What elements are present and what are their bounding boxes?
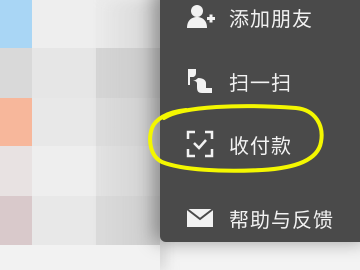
blurred-tile bbox=[32, 98, 96, 146]
blurred-tile bbox=[32, 196, 96, 245]
blurred-tile bbox=[0, 196, 32, 245]
blurred-tile bbox=[0, 245, 160, 270]
menu-item-label: 收付款 bbox=[229, 133, 292, 158]
blurred-tile bbox=[32, 146, 96, 196]
menu-item-label: 扫一扫 bbox=[229, 70, 292, 95]
scan-icon bbox=[184, 65, 216, 97]
menu-item-scan[interactable]: 扫一扫 bbox=[160, 49, 360, 113]
menu-item-payment[interactable]: 收付款 bbox=[160, 112, 360, 176]
envelope-icon bbox=[184, 202, 216, 234]
menu-shadow bbox=[96, 0, 166, 270]
menu-item-help-feedback[interactable]: 帮助与反馈 bbox=[160, 186, 360, 250]
popup-menu: 添加朋友 扫一扫 收付款 帮助与反馈 bbox=[160, 0, 360, 242]
blurred-tile bbox=[0, 146, 32, 196]
blurred-tile bbox=[0, 48, 32, 98]
payment-scan-icon bbox=[184, 128, 216, 160]
blurred-tile bbox=[32, 48, 96, 98]
blurred-tile bbox=[0, 0, 32, 48]
blurred-tile bbox=[0, 98, 32, 146]
menu-item-add-friend[interactable]: 添加朋友 bbox=[160, 0, 360, 49]
add-friend-icon bbox=[184, 1, 216, 33]
menu-item-label: 添加朋友 bbox=[229, 6, 313, 31]
menu-item-label: 帮助与反馈 bbox=[229, 207, 334, 232]
blurred-tile bbox=[32, 0, 96, 48]
